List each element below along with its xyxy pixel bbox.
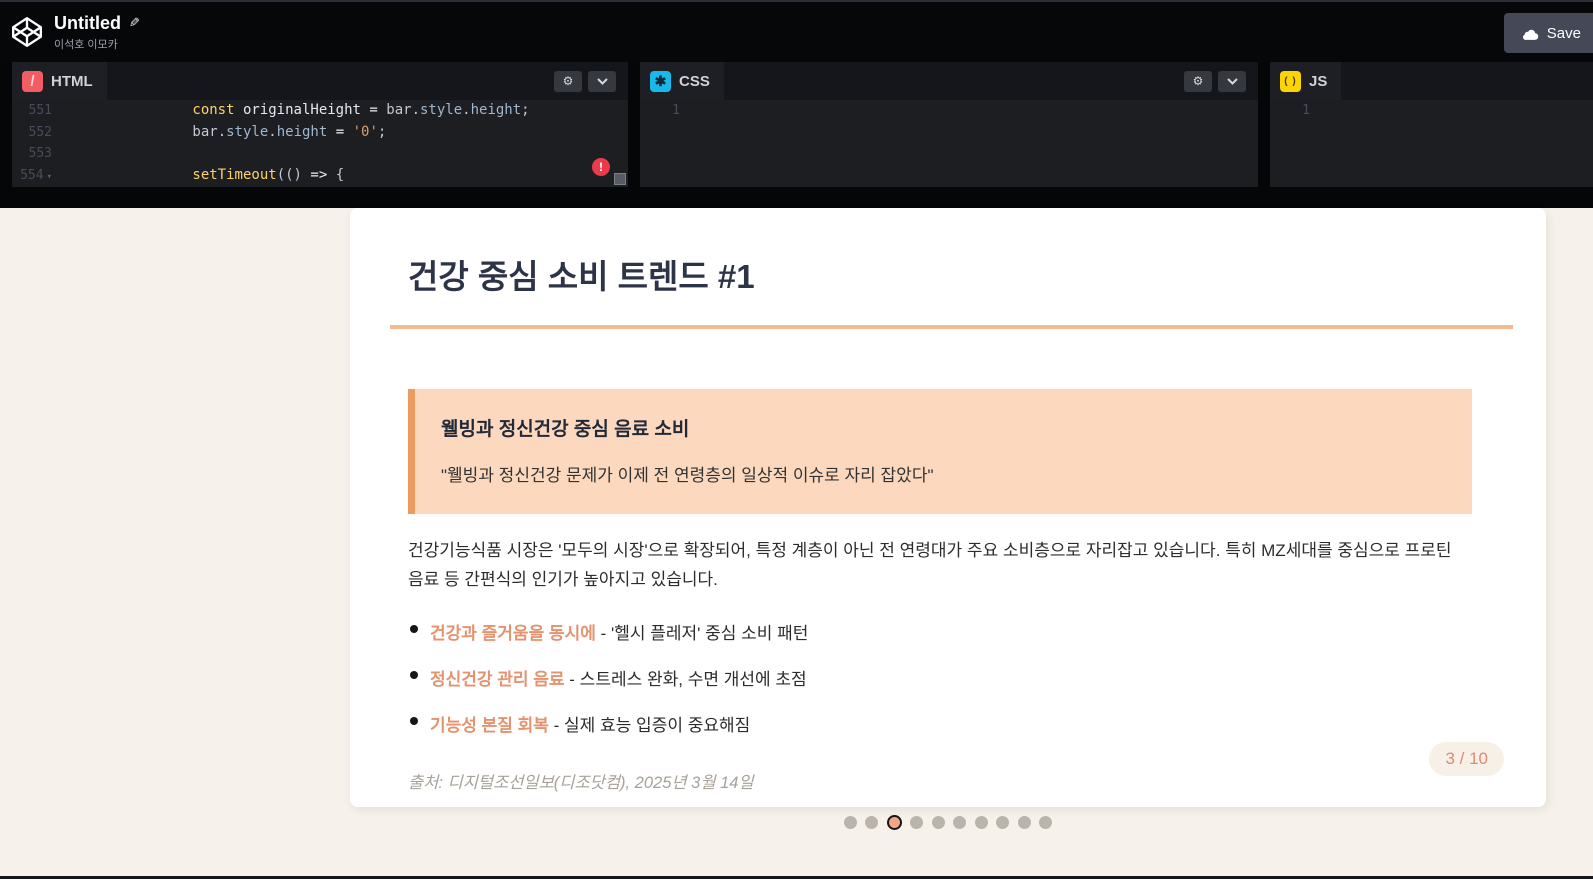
fold-caret-icon[interactable]: ▾ [47, 172, 52, 182]
pagination-dot[interactable] [953, 816, 967, 829]
bullet-item: 건강과 즐거움을 동시에 - '헬시 플레저' 중심 소비 패턴 [408, 619, 1546, 644]
js-tab-label: JS [1309, 72, 1328, 90]
html-collapse-button[interactable] [588, 70, 616, 92]
callout-quote: "웰빙과 정신건강 문제가 이제 전 연령층의 일상적 이슈로 자리 잡았다" [441, 466, 934, 485]
callout-heading: 웰빙과 정신건강 중심 음료 소비 [441, 419, 690, 440]
css-line-number: 1 [672, 103, 680, 118]
html-code-lines: 551 const originalHeight = bar.style.heig… [12, 100, 628, 186]
pagination-dot[interactable] [843, 816, 857, 829]
pagination-dot-active[interactable] [886, 815, 902, 830]
css-code-editor[interactable]: 1 [640, 100, 1258, 187]
code-line[interactable]: 551 const originalHeight = bar.style.heig… [12, 100, 628, 122]
editor-scrollbar-thumb[interactable] [614, 173, 626, 185]
bullet-rest: - 실제 효능 입증이 중요해짐 [548, 716, 751, 735]
line-number: 553 [28, 146, 52, 161]
chevron-down-icon [596, 77, 608, 85]
pagination-dot[interactable] [865, 816, 879, 829]
cloud-icon [1522, 29, 1539, 40]
js-icon: ( ) [1280, 70, 1301, 92]
html-editor-panel: / HTML ⚙ 551 const originalHeight = bar.s… [12, 62, 628, 187]
source-citation: 출처: 디지털조선일보(디조닷컴), 2025년 3월 14일 [408, 774, 754, 792]
pen-title: Untitled [54, 12, 121, 33]
line-number: 554 ▾ [20, 167, 52, 183]
pen-title-block: Untitled ✎ 이석호 이모카 [54, 13, 140, 52]
bullet-item: 정신건강 관리 음료 - 스트레스 완화, 수면 개선에 초점 [408, 665, 1546, 690]
html-code-editor[interactable]: 551 const originalHeight = bar.style.heig… [12, 100, 628, 187]
pagination-dot[interactable] [1017, 816, 1031, 829]
bullet-lead: 기능성 본질 회복 [430, 716, 549, 735]
bullet-rest: - 스트레스 완화, 수면 개선에 초점 [564, 670, 807, 689]
html-icon: / [22, 70, 43, 92]
bullet-list: 건강과 즐거움을 동시에 - '헬시 플레저' 중심 소비 패턴정신건강 관리 … [408, 619, 1546, 736]
js-code-editor[interactable]: 1 [1270, 100, 1593, 187]
callout-box: 웰빙과 정신건강 중심 음료 소비 "웰빙과 정신건강 문제가 이제 전 연령층… [408, 389, 1472, 514]
top-bar: Untitled ✎ 이석호 이모카 Save [0, 0, 1593, 62]
code-line[interactable]: 553 [12, 143, 628, 165]
bullet-rest: - '헬시 플레저' 중심 소비 패턴 [595, 624, 809, 643]
pen-author: 이석호 이모카 [54, 38, 118, 51]
chevron-down-icon [1226, 77, 1238, 85]
css-editor-panel: ✱ CSS ⚙ 1 [640, 62, 1258, 187]
pagination-dot[interactable] [931, 816, 945, 829]
code-line[interactable]: 552 bar.style.height = '0'; [12, 122, 628, 144]
code-text: const originalHeight = bar.style.height; [192, 102, 530, 118]
css-icon: ✱ [650, 70, 671, 92]
html-panel-header: / HTML ⚙ [12, 62, 628, 100]
pagination-dot[interactable] [910, 816, 924, 829]
code-text: bar.style.height = '0'; [192, 123, 387, 140]
line-number: 551 [28, 103, 52, 118]
pagination-dot[interactable] [996, 816, 1010, 829]
tab-js[interactable]: ( ) JS [1270, 62, 1342, 100]
code-line[interactable]: 554 ▾ setTimeout(() => { [12, 165, 628, 187]
tab-css[interactable]: ✱ CSS [640, 62, 724, 100]
line-number: 552 [28, 124, 52, 140]
js-editor-panel: ( ) JS 1 [1270, 62, 1593, 187]
bullet-lead: 건강과 즐거움을 동시에 [430, 624, 596, 643]
preview-pane: 건강 중심 소비 트렌드 #1 웰빙과 정신건강 중심 음료 소비 "웰빙과 정… [0, 208, 1593, 879]
code-text: setTimeout(() => { [192, 166, 345, 183]
gear-icon: ⚙ [562, 74, 574, 88]
bullet-item: 기능성 본질 회복 - 실제 효능 입증이 중요해짐 [408, 711, 1546, 736]
slide-paragraph: 건강기능식품 시장은 '모두의 시장'으로 확장되어, 특정 계층이 아닌 전 … [408, 541, 1452, 589]
css-panel-header: ✱ CSS ⚙ [640, 62, 1258, 100]
save-button[interactable]: Save [1503, 13, 1593, 53]
pagination-dot[interactable] [1039, 816, 1053, 829]
css-collapse-button[interactable] [1218, 70, 1246, 92]
html-settings-button[interactable]: ⚙ [554, 70, 582, 92]
slide-card: 건강 중심 소비 트렌드 #1 웰빙과 정신건강 중심 음료 소비 "웰빙과 정… [350, 208, 1546, 807]
pagination-dots [350, 815, 1546, 830]
pagination-dot[interactable] [974, 816, 988, 829]
edit-title-pencil-icon[interactable]: ✎ [129, 15, 140, 31]
js-panel-header: ( ) JS [1270, 62, 1593, 100]
js-line-number: 1 [1302, 103, 1310, 118]
bullet-lead: 정신건강 관리 음료 [430, 670, 565, 689]
slide-title: 건강 중심 소비 트렌드 #1 [408, 258, 755, 295]
gear-icon: ⚙ [1192, 74, 1204, 88]
save-button-label: Save [1546, 24, 1581, 42]
css-tab-label: CSS [679, 72, 710, 90]
html-tab-label: HTML [51, 72, 93, 90]
css-settings-button[interactable]: ⚙ [1184, 70, 1212, 92]
title-underline [390, 325, 1513, 329]
codepen-logo-icon[interactable] [10, 15, 44, 49]
page-indicator-badge: 3 / 10 [1429, 742, 1504, 776]
editor-row: / HTML ⚙ 551 const originalHeight = bar.s… [0, 62, 1593, 208]
tab-html[interactable]: / HTML [12, 62, 107, 100]
error-badge-icon[interactable]: ! [592, 158, 610, 176]
